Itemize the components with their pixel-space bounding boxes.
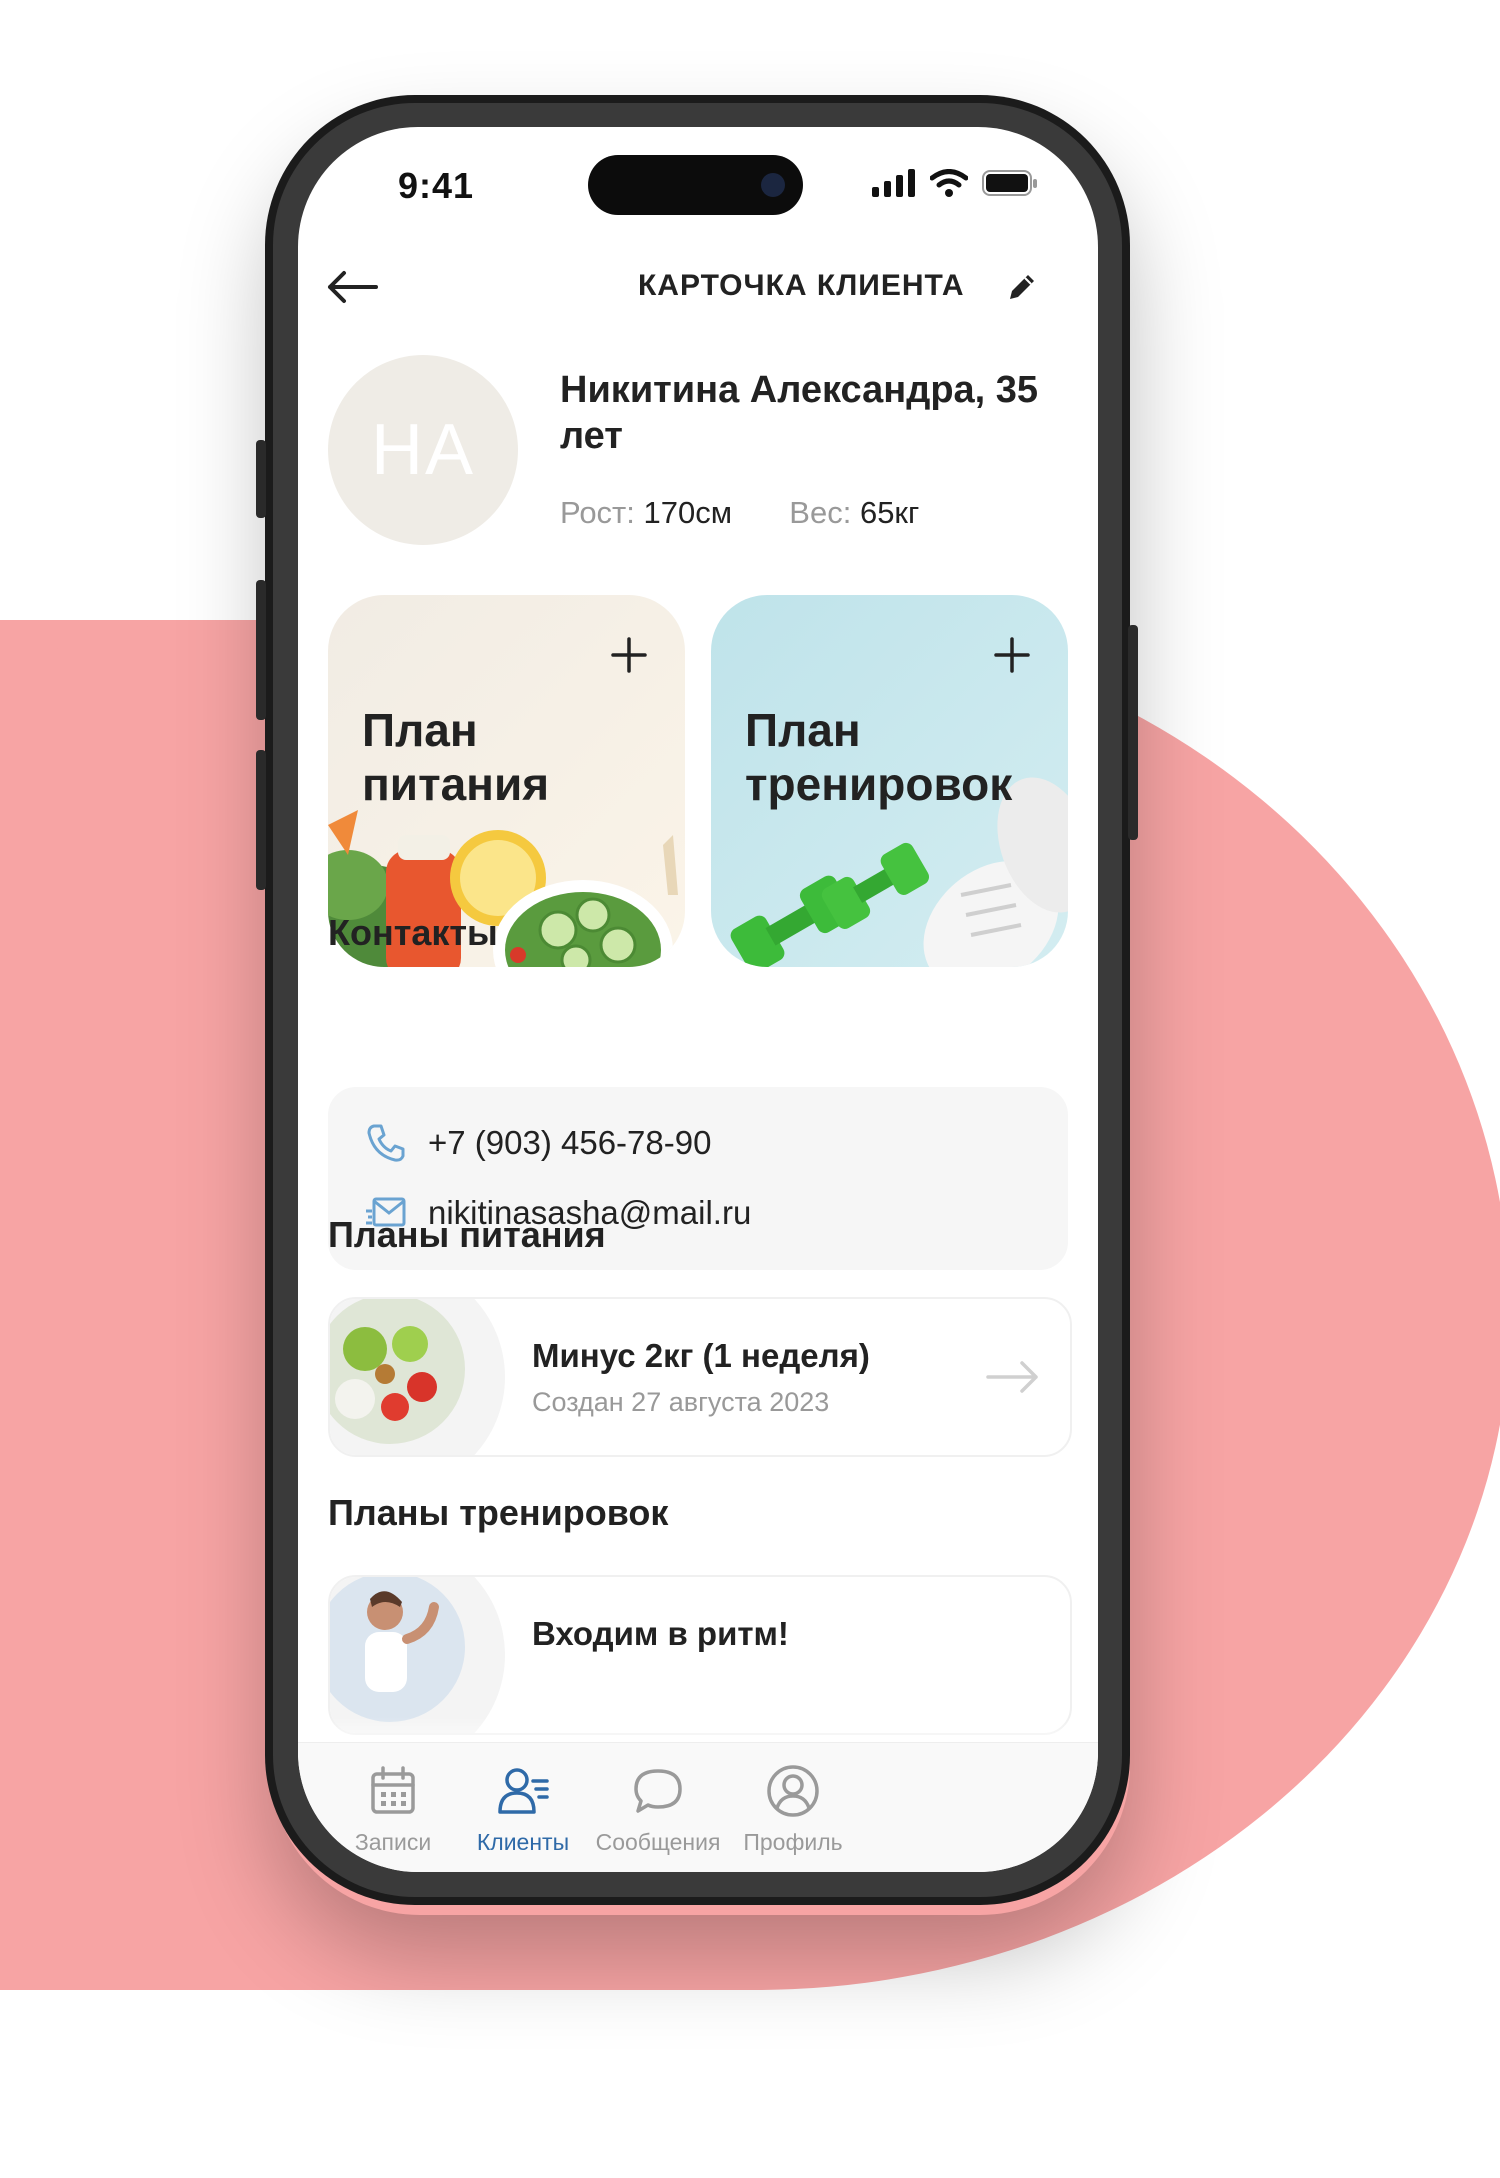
- height-value: 170см: [643, 495, 733, 530]
- training-plan-item[interactable]: Входим в ритм!: [328, 1575, 1072, 1735]
- contacts-title: Контакты: [328, 912, 498, 953]
- status-time: 9:41: [398, 165, 475, 206]
- tab-profile[interactable]: Профиль: [698, 1763, 888, 1856]
- page-title: КАРТОЧКА КЛИЕНТА: [638, 269, 965, 302]
- add-icon[interactable]: [609, 635, 649, 675]
- client-metrics: Рост: 170см Вес: 65кг: [560, 495, 919, 531]
- status-icons: [872, 169, 1038, 197]
- arrow-right-icon[interactable]: [986, 1357, 1040, 1397]
- side-button-volume-up: [256, 580, 266, 720]
- training-plans-title: Планы тренировок: [328, 1492, 669, 1533]
- side-button-mute: [256, 440, 266, 518]
- profile-icon: [767, 1765, 819, 1817]
- wifi-icon: [930, 169, 968, 197]
- side-button-power: [1128, 625, 1138, 840]
- plan-name: Входим в ритм!: [532, 1615, 789, 1652]
- nutrition-plans-title: Планы питания: [328, 1214, 606, 1255]
- header: КАРТОЧКА КЛИЕНТА: [298, 247, 1098, 327]
- back-arrow-icon[interactable]: [326, 267, 378, 307]
- athlete-thumbnail: [330, 1577, 505, 1733]
- signal-icon: [872, 169, 915, 197]
- dynamic-island: [588, 155, 803, 215]
- tab-label: Записи: [354, 1829, 432, 1855]
- plan-date: Создан 27 августа 2023: [532, 1387, 830, 1417]
- plan-name: Минус 2кг (1 неделя): [532, 1337, 870, 1374]
- training-plan-title: План тренировок: [745, 704, 1013, 810]
- training-plan-card[interactable]: План тренировок: [711, 595, 1068, 967]
- chat-icon: [634, 1769, 682, 1813]
- battery-icon: [982, 170, 1037, 196]
- phone-icon: [367, 1124, 405, 1162]
- add-icon[interactable]: [992, 635, 1032, 675]
- edit-pencil-icon[interactable]: [1006, 271, 1038, 303]
- avatar-initials: НА: [370, 410, 476, 490]
- tab-label: Клиенты: [476, 1829, 570, 1855]
- clients-icon: [498, 1768, 549, 1814]
- nutrition-plan-item[interactable]: Минус 2кг (1 неделя) Создан 27 августа 2…: [328, 1297, 1072, 1457]
- calendar-icon: [371, 1766, 415, 1814]
- tab-label: Профиль: [743, 1829, 843, 1855]
- app-screen: 9:41 КАРТОЧКА КЛИЕНТА НА Никитина Алекса…: [298, 127, 1098, 1872]
- phone-number: +7 (903) 456-78-90: [428, 1124, 712, 1161]
- avatar: НА: [328, 355, 518, 545]
- nutrition-plan-title: План питания: [362, 704, 550, 810]
- tab-bar: Записи Клиенты Сообщения Профиль: [298, 1742, 1098, 1872]
- side-button-volume-down: [256, 750, 266, 890]
- phone-row[interactable]: +7 (903) 456-78-90: [364, 1121, 711, 1165]
- client-name: Никитина Александра, 35 лет: [560, 369, 1039, 457]
- salad-thumbnail: [330, 1299, 505, 1455]
- weight-value: 65кг: [859, 495, 920, 530]
- weight-label: Вес:: [789, 495, 852, 530]
- height-label: Рост:: [560, 495, 635, 530]
